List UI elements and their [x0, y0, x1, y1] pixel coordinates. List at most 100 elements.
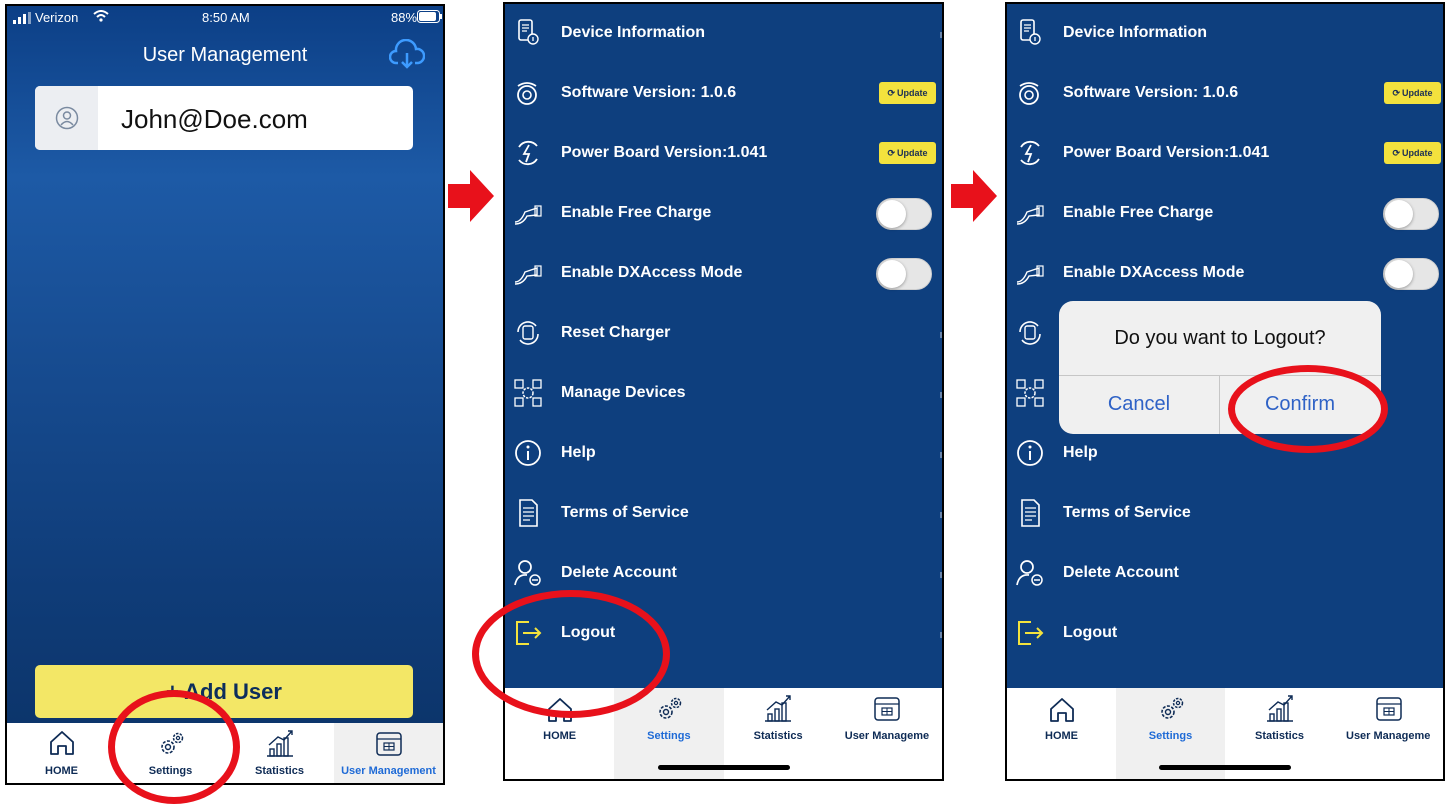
- home-icon: [49, 731, 74, 755]
- menu-item-label: Enable DXAccess Mode: [1063, 264, 1245, 281]
- tab-user-management[interactable]: User Management: [334, 723, 443, 783]
- gear-icon: [659, 697, 682, 719]
- menu-item-label: Help: [561, 444, 596, 461]
- menu-item-device-information[interactable]: Device Information: [1007, 4, 1443, 64]
- signal-icon: [13, 12, 31, 24]
- home-icon: [1049, 698, 1074, 722]
- charger-icon: [1016, 205, 1044, 225]
- menu-item-reset-charger[interactable]: Reset Charger: [505, 304, 942, 364]
- update-button[interactable]: ⟳ Update: [1384, 142, 1441, 164]
- menu-item-software-version[interactable]: Software Version: 1.0.6 ⟳ Update: [505, 64, 942, 124]
- menu-item-label: Manage Devices: [561, 384, 686, 401]
- wifi-icon: [93, 10, 109, 22]
- highlight-ring-confirm: [1228, 365, 1388, 453]
- refresh-icon: ⟳: [887, 87, 896, 98]
- menu-item-enable-dxaccess: Enable DXAccess Mode: [1007, 244, 1443, 304]
- menu-item-software-version[interactable]: Software Version: 1.0.6 ⟳ Update: [1007, 64, 1443, 124]
- right-arrow-icon: [448, 170, 494, 222]
- dxaccess-toggle[interactable]: [876, 258, 932, 290]
- menu-item-label: Help: [1063, 444, 1098, 461]
- menu-item-logout[interactable]: Logout: [1007, 604, 1443, 664]
- home-indicator: [657, 765, 790, 770]
- power-board-icon: [1020, 140, 1040, 166]
- menu-item-power-board-version[interactable]: Power Board Version:1.041 ⟳ Update: [505, 124, 942, 184]
- cloud-download-icon[interactable]: [389, 39, 425, 71]
- document-icon: [519, 499, 538, 527]
- menu-item-label: Power Board Version:1.041: [561, 144, 768, 161]
- refresh-icon: ⟳: [1392, 87, 1401, 98]
- menu-item-enable-free-charge: Enable Free Charge: [505, 184, 942, 244]
- user-avatar-icon: [35, 86, 98, 150]
- power-board-icon: [518, 140, 538, 166]
- user-management-icon: [375, 732, 402, 756]
- device-info-icon: [1020, 19, 1041, 45]
- cancel-button[interactable]: Cancel: [1059, 375, 1219, 434]
- logout-icon: [1018, 621, 1044, 645]
- tab-user-management[interactable]: User Manageme: [833, 688, 942, 779]
- tab-label: HOME: [543, 730, 577, 742]
- reset-icon: [517, 321, 539, 345]
- menu-item-delete-account[interactable]: Delete Account: [1007, 544, 1443, 604]
- menu-item-device-information[interactable]: Device Information: [505, 4, 942, 64]
- dialog-question: Do you want to Logout?: [1114, 327, 1326, 349]
- update-button[interactable]: ⟳ Update: [879, 82, 936, 104]
- battery-icon: [417, 10, 442, 23]
- tab-user-management[interactable]: User Manageme: [1334, 688, 1443, 779]
- tab-bar: HOME Settings Statistics User Manageme: [1007, 688, 1443, 779]
- menu-item-label: Delete Account: [1063, 564, 1179, 581]
- charger-icon: [1016, 265, 1044, 285]
- menu-item-label: Device Information: [561, 24, 706, 41]
- document-icon: [1021, 499, 1040, 527]
- reset-icon: [1019, 321, 1041, 345]
- software-icon: [1019, 82, 1039, 105]
- tab-label: User Manageme: [1346, 730, 1431, 742]
- update-button[interactable]: ⟳ Update: [879, 142, 936, 164]
- menu-item-label: Enable Free Charge: [1063, 204, 1214, 221]
- manage-devices-icon: [514, 379, 542, 407]
- tab-label: HOME: [45, 765, 78, 777]
- tab-label: Statistics: [1255, 730, 1304, 742]
- gear-icon: [1160, 697, 1183, 719]
- refresh-icon: ⟳: [887, 147, 896, 158]
- dxaccess-toggle[interactable]: [1383, 258, 1439, 290]
- tab-label: Settings: [1148, 730, 1193, 742]
- tab-home[interactable]: HOME: [7, 723, 116, 783]
- user-card[interactable]: John@Doe.com: [35, 86, 413, 150]
- carrier-label: Verizon: [35, 10, 79, 25]
- status-bar: Verizon 8:50 AM 88%: [7, 6, 443, 30]
- right-arrow-icon: [951, 170, 997, 222]
- menu-item-manage-devices[interactable]: Manage Devices: [505, 364, 942, 424]
- statistics-icon: [1266, 695, 1293, 722]
- update-button[interactable]: ⟳ Update: [1384, 82, 1441, 104]
- menu-item-label: Power Board Version:1.041: [1063, 144, 1270, 161]
- page-title: User Management: [142, 44, 308, 66]
- menu-item-label: Terms of Service: [561, 504, 689, 521]
- refresh-icon: ⟳: [1392, 147, 1401, 158]
- tab-label: Settings: [647, 730, 691, 742]
- tab-home[interactable]: HOME: [1007, 688, 1116, 779]
- device-info-icon: [518, 19, 539, 45]
- menu-item-help[interactable]: Help: [505, 424, 942, 484]
- menu-item-enable-dxaccess: Enable DXAccess Mode: [505, 244, 942, 304]
- menu-item-label: Enable Free Charge: [561, 204, 712, 221]
- charger-icon: [514, 265, 542, 285]
- menu-item-label: Terms of Service: [1063, 504, 1191, 521]
- menu-item-label: Delete Account: [561, 564, 677, 581]
- menu-item-label: Enable DXAccess Mode: [561, 264, 743, 281]
- highlight-ring-logout: [472, 590, 670, 718]
- tab-label: User Management: [341, 765, 436, 777]
- menu-item-label: Logout: [1063, 624, 1118, 641]
- menu-item-power-board-version[interactable]: Power Board Version:1.041 ⟳ Update: [1007, 124, 1443, 184]
- battery-label: 88%: [391, 10, 418, 25]
- menu-item-terms-of-service[interactable]: Terms of Service: [1007, 484, 1443, 544]
- user-email: John@Doe.com: [121, 104, 308, 134]
- free-charge-toggle[interactable]: [876, 198, 932, 230]
- menu-item-label: Software Version: 1.0.6: [1063, 84, 1239, 101]
- free-charge-toggle[interactable]: [1383, 198, 1439, 230]
- home-indicator: [1159, 765, 1291, 770]
- info-icon: [1017, 440, 1043, 466]
- tab-label: Statistics: [255, 765, 304, 777]
- tab-statistics[interactable]: Statistics: [225, 723, 334, 783]
- tab-label: Statistics: [753, 730, 803, 742]
- menu-item-terms-of-service[interactable]: Terms of Service: [505, 484, 942, 544]
